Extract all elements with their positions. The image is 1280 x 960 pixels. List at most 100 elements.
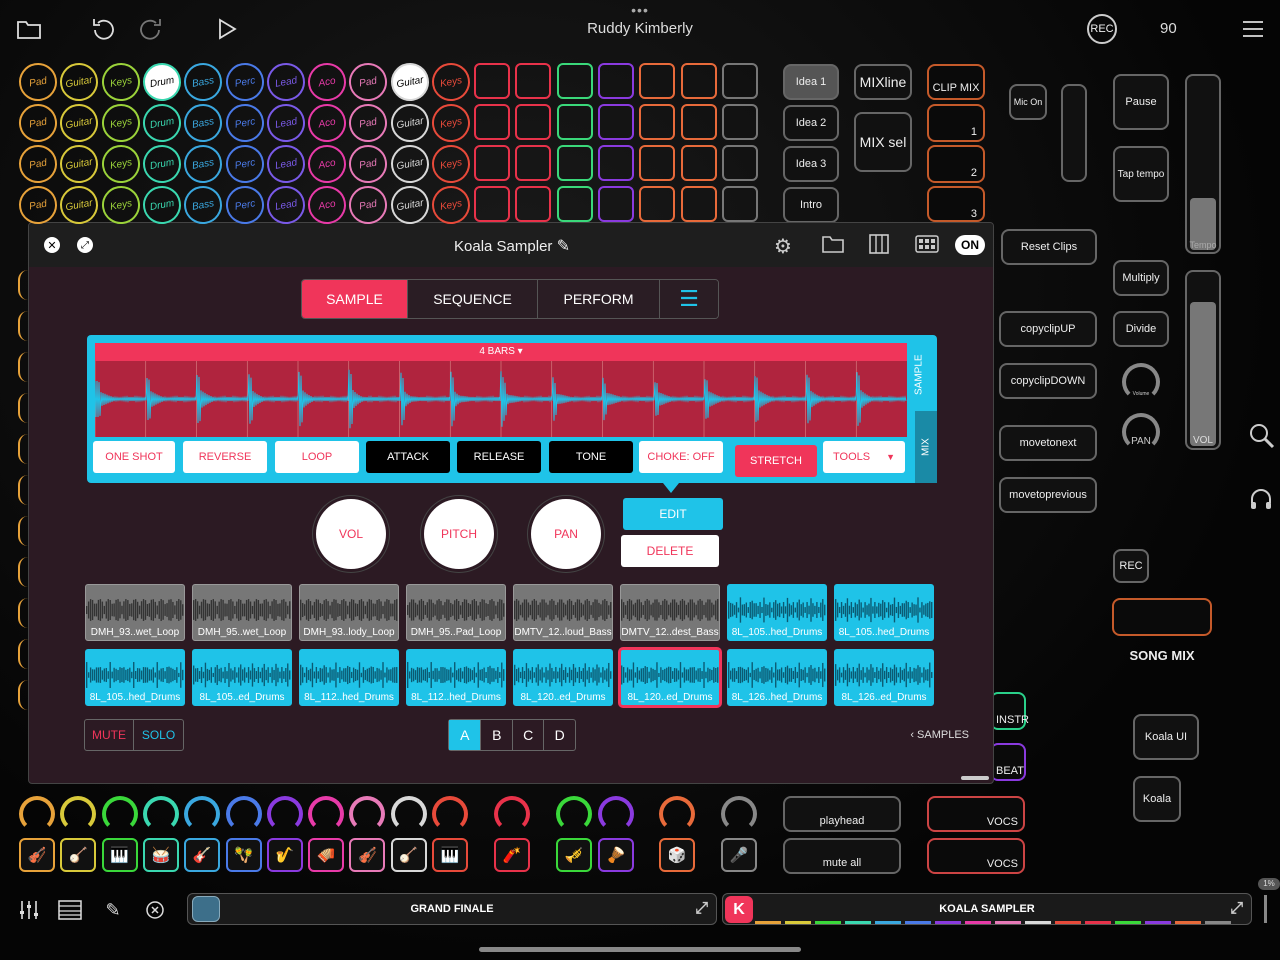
pad-2-11[interactable]: Keys	[428, 100, 474, 146]
pan-knob[interactable]: PAN	[1122, 413, 1160, 451]
copyclipdown-button[interactable]: copyclipDOWN	[999, 363, 1097, 399]
pad-3-7[interactable]: Lead	[263, 141, 308, 187]
bank-c[interactable]: C	[511, 720, 544, 750]
clip-slot-3-3[interactable]	[556, 145, 593, 181]
edit-button[interactable]: EDIT	[623, 498, 723, 530]
instrument-icon-11[interactable]: 🎹	[432, 838, 468, 872]
attack-button[interactable]: ATTACK	[366, 441, 450, 473]
solo-button[interactable]: SOLO	[134, 720, 183, 750]
mute-all-button[interactable]: mute all	[783, 838, 901, 874]
grand-finale-panel[interactable]: GRAND FINALE ⤢	[187, 893, 717, 925]
pad-1-2[interactable]: Guitar	[57, 59, 102, 105]
list-icon[interactable]	[57, 897, 83, 923]
instrument-icon-2[interactable]: 🪕	[60, 838, 97, 872]
tempo-display[interactable]: 90	[1160, 20, 1177, 37]
choke-button[interactable]: CHOKE: OFF	[639, 441, 723, 473]
tempo-slider[interactable]: Tempo	[1185, 74, 1221, 254]
clip-slot-1-1[interactable]	[474, 63, 510, 99]
extra-instrument-icon-4[interactable]: 🎲	[659, 838, 695, 872]
stretch-button[interactable]: STRETCH	[735, 445, 817, 477]
instrument-icon-8[interactable]: 🪗	[308, 838, 345, 872]
playhead-button[interactable]: playhead	[783, 796, 901, 832]
sample-slot[interactable]: 8L_112..hed_Drums	[299, 649, 399, 706]
pad-4-6[interactable]: Perc	[222, 182, 267, 228]
pad-1-11[interactable]: Keys	[428, 59, 474, 105]
clipmix-button[interactable]: CLIP MIX	[927, 64, 985, 100]
pad-1-4[interactable]: Drum	[139, 59, 184, 105]
clip-slot-3-7[interactable]	[721, 145, 758, 181]
extra-knob-4[interactable]	[659, 796, 695, 832]
volume-knob[interactable]: Volume	[1122, 363, 1160, 401]
clip-2[interactable]: 2	[927, 145, 985, 183]
edge-pad[interactable]	[18, 270, 28, 300]
bank-a[interactable]: A	[449, 720, 481, 750]
sample-slot[interactable]: DMH_95..wet_Loop	[192, 584, 292, 641]
pitch-knob[interactable]: PITCH	[424, 499, 494, 569]
clip-slot-4-2[interactable]	[515, 186, 552, 222]
clip-slot-1-7[interactable]	[721, 63, 758, 99]
intro-button[interactable]: Intro	[783, 187, 839, 223]
delete-button[interactable]: DELETE	[621, 535, 719, 567]
clip-slot-2-5[interactable]	[639, 104, 676, 140]
vol-slider[interactable]: VOL	[1185, 270, 1221, 450]
clip-slot-1-5[interactable]	[639, 63, 676, 99]
clip-slot-2-2[interactable]	[515, 104, 552, 140]
clip-slot-2-1[interactable]	[474, 104, 510, 140]
tone-button[interactable]: TONE	[549, 441, 633, 473]
tab-sample[interactable]: SAMPLE	[302, 280, 408, 318]
pad-1-8[interactable]: Aco	[305, 59, 350, 105]
reset-clips-button[interactable]: Reset Clips	[1001, 229, 1097, 265]
clip-3[interactable]: 3	[927, 186, 985, 222]
sample-slot[interactable]: DMTV_12..dest_Bass	[620, 584, 720, 641]
edge-pad[interactable]	[18, 639, 28, 669]
mic-slider[interactable]	[1061, 84, 1087, 182]
pad-4-8[interactable]: Aco	[305, 182, 350, 228]
clip-slot-4-7[interactable]	[721, 186, 758, 222]
instrument-icon-1[interactable]: 🎻	[19, 838, 55, 872]
gear-icon[interactable]: ⚙	[774, 234, 798, 258]
clip-slot-3-1[interactable]	[474, 145, 510, 181]
pencil-icon[interactable]: ✎	[100, 897, 126, 923]
vocs-clip-1[interactable]: VOCS	[927, 796, 1025, 832]
clip-slot-4-1[interactable]	[474, 186, 510, 222]
edge-pad[interactable]	[18, 393, 28, 423]
waveform-display[interactable]: 4 BARS ▾	[95, 343, 907, 437]
on-toggle[interactable]: ON	[955, 235, 985, 255]
resize-handle[interactable]	[961, 776, 989, 780]
record-button[interactable]: REC	[1087, 14, 1117, 44]
clip-slot-3-4[interactable]	[597, 145, 634, 181]
instr-clip[interactable]: INSTR	[990, 692, 1029, 730]
scroll-indicator[interactable]	[1264, 895, 1267, 923]
edge-pad[interactable]	[18, 680, 28, 710]
clip-slot-2-7[interactable]	[721, 104, 758, 140]
pad-3-3[interactable]: Keys	[98, 141, 143, 187]
multiply-button[interactable]: Multiply	[1113, 260, 1169, 296]
pad-4-2[interactable]: Guitar	[57, 182, 102, 228]
clip-slot-4-4[interactable]	[597, 186, 634, 222]
edge-pad[interactable]	[18, 475, 28, 505]
piano-icon[interactable]	[869, 234, 891, 256]
pad-3-4[interactable]: Drum	[139, 141, 184, 187]
clip-slot-3-5[interactable]	[639, 145, 676, 181]
idea3-button[interactable]: Idea 3	[783, 146, 839, 182]
samples-link[interactable]: ‹ SAMPLES	[869, 729, 969, 741]
pad-4-3[interactable]: Keys	[98, 182, 143, 228]
track-knob-5[interactable]	[184, 796, 221, 832]
sample-slot[interactable]: 8L_126..ed_Drums	[834, 649, 934, 706]
song-mix-clip[interactable]	[1112, 598, 1212, 636]
tools-dropdown[interactable]: TOOLS ▼	[823, 441, 905, 473]
one-shot-button[interactable]: ONE SHOT	[93, 441, 175, 473]
extra-knob-1[interactable]	[494, 796, 530, 832]
mixsel-button[interactable]: MIX sel	[854, 112, 912, 172]
pad-2-4[interactable]: Drum	[139, 100, 184, 146]
pad-1-6[interactable]: Perc	[222, 59, 267, 105]
sample-slot[interactable]: 8L_105..hed_Drums	[85, 649, 185, 706]
track-knob-7[interactable]	[266, 796, 303, 832]
movetoprevious-button[interactable]: movetoprevious	[999, 477, 1097, 513]
clip-slot-1-4[interactable]	[597, 63, 634, 99]
instrument-icon-6[interactable]: 🪇	[225, 838, 262, 872]
movetonext-button[interactable]: movetonext	[999, 425, 1097, 461]
pad-1-1[interactable]: Pad	[15, 59, 61, 105]
expand-icon[interactable]: ⤢	[695, 900, 708, 918]
koala-sampler-panel[interactable]: K KOALA SAMPLER ⤢	[722, 893, 1252, 925]
